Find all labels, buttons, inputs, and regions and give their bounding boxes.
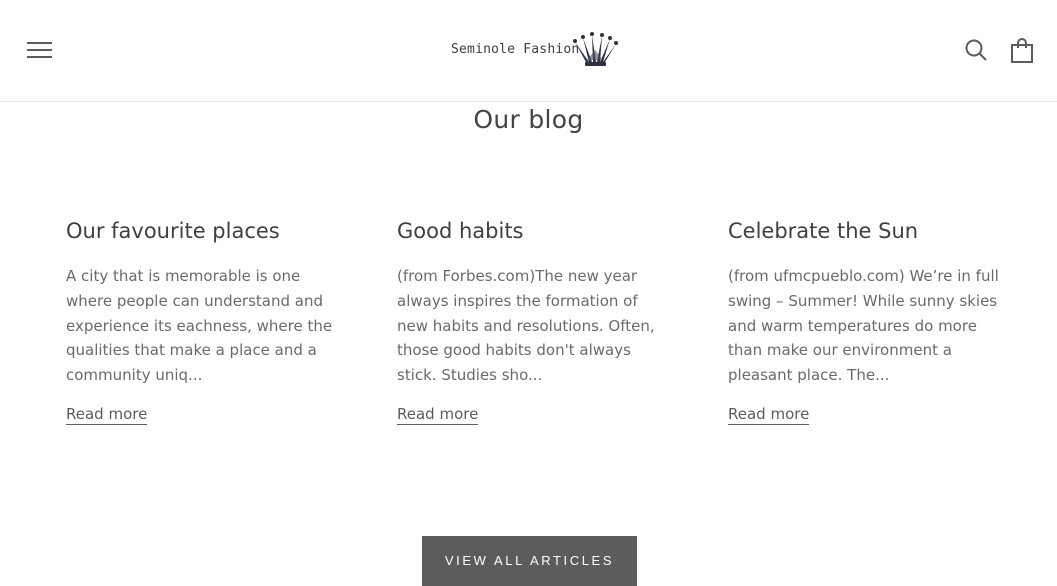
article-excerpt: (from ufmcpueblo.com) We’re in full swin… xyxy=(728,267,999,385)
article-excerpt: (from Forbes.com)The new year always ins… xyxy=(397,267,655,385)
hamburger-menu-icon[interactable] xyxy=(27,40,53,60)
section-title: Our blog xyxy=(473,105,584,134)
shopping-bag-icon[interactable] xyxy=(1010,37,1034,63)
article-excerpt: A city that is memorable is one where pe… xyxy=(66,267,333,385)
site-logo[interactable]: Seminole Fashion xyxy=(448,28,620,72)
view-all-articles-button[interactable]: VIEW ALL ARTICLES xyxy=(422,536,637,586)
search-icon[interactable] xyxy=(964,38,988,62)
article-title[interactable]: Celebrate the Sun xyxy=(728,215,1008,247)
article-title[interactable]: Good habits xyxy=(397,215,677,247)
read-more-link[interactable]: Read more xyxy=(66,405,148,425)
read-more-link[interactable]: Read more xyxy=(728,405,810,425)
article-title[interactable]: Our favourite places xyxy=(66,215,346,247)
blog-article-card: Our favourite places A city that is memo… xyxy=(66,215,346,425)
crown-icon xyxy=(573,32,618,66)
site-header: Seminole Fashion xyxy=(0,0,1057,102)
blog-article-card: Good habits (from Forbes.com)The new yea… xyxy=(397,215,677,425)
blog-article-card: Celebrate the Sun (from ufmcpueblo.com) … xyxy=(728,215,1008,425)
read-more-link[interactable]: Read more xyxy=(397,405,479,425)
logo-text: Seminole Fashion xyxy=(451,42,580,57)
